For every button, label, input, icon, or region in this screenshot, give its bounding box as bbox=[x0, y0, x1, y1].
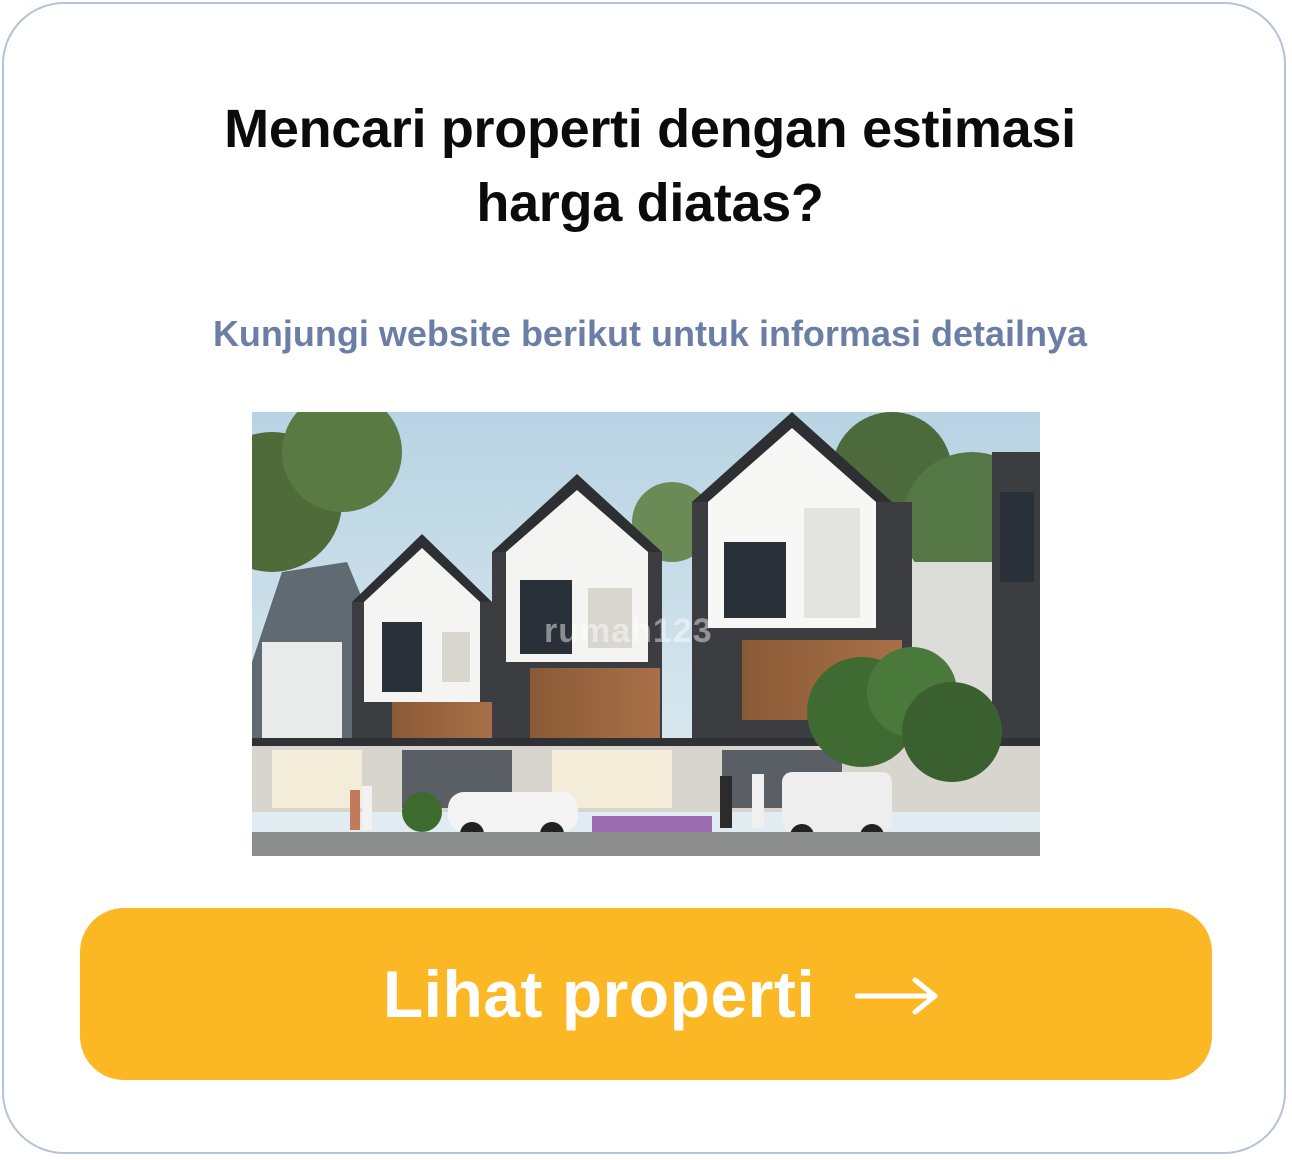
view-property-label: Lihat properti bbox=[382, 957, 816, 1031]
card-title-line-2: harga diatas? bbox=[476, 173, 824, 233]
view-property-button[interactable]: Lihat properti bbox=[80, 908, 1212, 1080]
card-subtitle: Kunjungi website berikut untuk informasi… bbox=[212, 313, 1088, 354]
arrow-right-icon bbox=[854, 976, 939, 1016]
image-watermark: rumah123 bbox=[544, 612, 713, 650]
card-title-line-1: Mencari properti dengan estimasi bbox=[224, 99, 1076, 159]
property-image: rumah123 bbox=[252, 412, 1040, 856]
card-title: Mencari properti dengan estimasi harga d… bbox=[4, 92, 1292, 240]
